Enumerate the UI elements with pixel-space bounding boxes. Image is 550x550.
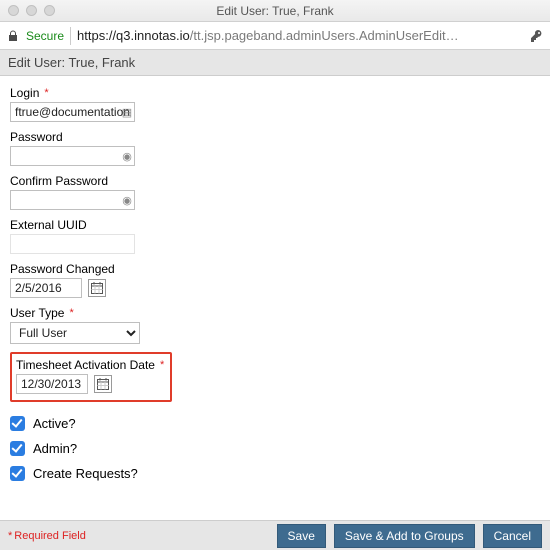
browser-address-bar: Secure https://q3.innotas.io/tt.jsp.page… <box>0 22 550 50</box>
password-field-group: Password ◉ <box>10 130 540 166</box>
url-field[interactable]: https://q3.innotas.io/tt.jsp.pageband.ad… <box>77 28 524 43</box>
url-host: https://q3.innotas.io <box>77 28 190 43</box>
password-changed-field-group: Password Changed <box>10 262 540 298</box>
user-type-select[interactable]: Full User <box>10 322 140 344</box>
contact-card-icon: ▤ <box>119 105 135 119</box>
cancel-button[interactable]: Cancel <box>483 524 542 548</box>
divider <box>70 27 71 45</box>
reveal-password-icon[interactable]: ◉ <box>119 149 135 163</box>
active-label: Active? <box>33 416 76 431</box>
login-field-group: Login ▤ <box>10 86 540 122</box>
timesheet-activation-date-label: Timesheet Activation Date <box>16 358 164 372</box>
confirm-password-field-group: Confirm Password ◉ <box>10 174 540 210</box>
create-requests-checkbox-row: Create Requests? <box>10 466 540 481</box>
active-checkbox[interactable] <box>10 416 25 431</box>
minimize-window-icon[interactable] <box>26 5 37 16</box>
window-title: Edit User: True, Frank <box>0 4 550 18</box>
password-changed-input[interactable] <box>10 278 82 298</box>
save-button[interactable]: Save <box>277 524 326 548</box>
user-type-field-group: User Type Full User <box>10 306 540 344</box>
admin-label: Admin? <box>33 441 77 456</box>
password-input[interactable] <box>10 146 135 166</box>
admin-checkbox-row: Admin? <box>10 441 540 456</box>
calendar-icon[interactable] <box>88 279 106 297</box>
admin-checkbox[interactable] <box>10 441 25 456</box>
calendar-icon[interactable] <box>94 375 112 393</box>
external-uuid-input[interactable] <box>10 234 135 254</box>
page-title: Edit User: True, Frank <box>0 50 550 76</box>
window-titlebar: Edit User: True, Frank <box>0 0 550 22</box>
login-label: Login <box>10 86 540 100</box>
confirm-password-input[interactable] <box>10 190 135 210</box>
login-input[interactable] <box>10 102 135 122</box>
user-type-label: User Type <box>10 306 540 320</box>
password-changed-label: Password Changed <box>10 262 540 276</box>
footer-bar: Required Field Save Save & Add to Groups… <box>0 520 550 550</box>
create-requests-label: Create Requests? <box>33 466 138 481</box>
lock-icon <box>6 29 20 43</box>
save-add-to-groups-button[interactable]: Save & Add to Groups <box>334 524 475 548</box>
external-uuid-label: External UUID <box>10 218 540 232</box>
timesheet-activation-date-input[interactable] <box>16 374 88 394</box>
close-window-icon[interactable] <box>8 5 19 16</box>
confirm-password-label: Confirm Password <box>10 174 540 188</box>
password-label: Password <box>10 130 540 144</box>
required-field-note: Required Field <box>8 530 86 542</box>
zoom-window-icon[interactable] <box>44 5 55 16</box>
window-controls[interactable] <box>8 5 55 16</box>
password-key-icon[interactable] <box>530 29 544 43</box>
create-requests-checkbox[interactable] <box>10 466 25 481</box>
reveal-password-icon[interactable]: ◉ <box>119 193 135 207</box>
edit-user-form: Login ▤ Password ◉ Confirm Password ◉ Ex… <box>0 76 550 481</box>
secure-label: Secure <box>26 29 64 43</box>
active-checkbox-row: Active? <box>10 416 540 431</box>
external-uuid-field-group: External UUID <box>10 218 540 254</box>
timesheet-activation-highlight: Timesheet Activation Date <box>10 352 172 402</box>
url-path: /tt.jsp.pageband.adminUsers.AdminUserEdi… <box>190 28 459 43</box>
